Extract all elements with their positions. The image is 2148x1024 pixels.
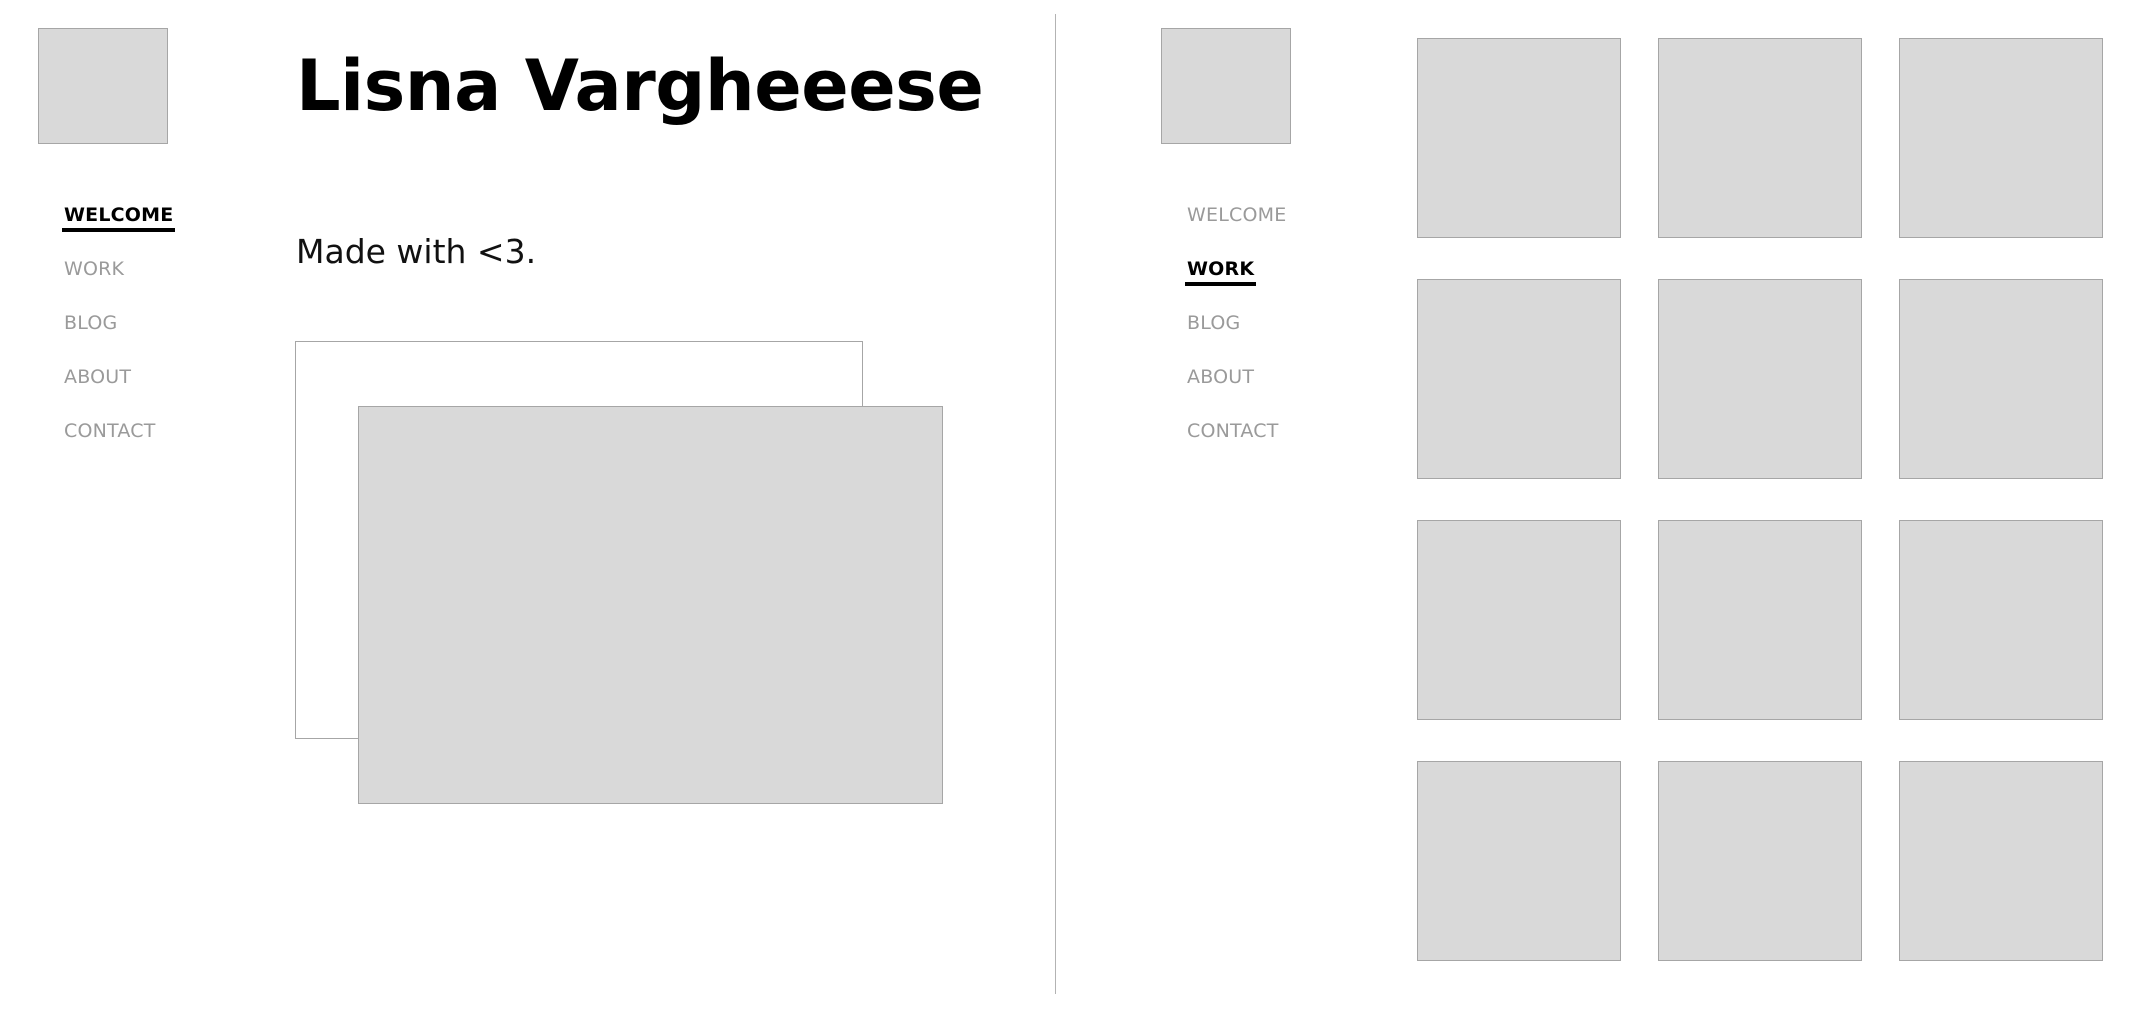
nav-item-label: ABOUT — [1187, 366, 1255, 388]
work-page-wireframe: WELCOME WORK BLOG ABOUT CONTACT — [1056, 0, 2148, 1024]
work-thumbnail[interactable] — [1658, 761, 1862, 961]
work-thumbnail[interactable] — [1417, 520, 1621, 720]
work-thumbnail[interactable] — [1899, 761, 2103, 961]
nav-item-label: ABOUT — [64, 366, 132, 388]
work-thumbnail[interactable] — [1658, 520, 1862, 720]
nav-item-welcome[interactable]: WELCOME — [62, 200, 176, 254]
hero-title: Lisna Vargheeese — [296, 45, 984, 127]
work-thumbnail[interactable] — [1658, 38, 1862, 238]
work-thumbnail[interactable] — [1417, 38, 1621, 238]
nav-item-label: WORK — [1185, 256, 1257, 286]
nav-item-contact[interactable]: CONTACT — [64, 416, 175, 470]
nav-item-label: BLOG — [1187, 312, 1241, 334]
nav-item-work[interactable]: WORK — [1185, 254, 1288, 308]
nav-item-label: WORK — [64, 258, 125, 280]
logo-placeholder[interactable] — [1161, 28, 1291, 144]
nav-item-label: WELCOME — [1187, 204, 1287, 226]
nav-item-blog[interactable]: BLOG — [64, 308, 175, 362]
work-thumbnail[interactable] — [1658, 279, 1862, 479]
nav-item-label: WELCOME — [62, 202, 176, 232]
main-nav: WELCOME WORK BLOG ABOUT CONTACT — [62, 200, 176, 470]
work-grid — [1417, 38, 2137, 962]
welcome-page-wireframe: WELCOME WORK BLOG ABOUT CONTACT Lisna Va… — [0, 0, 1055, 1024]
work-thumbnail[interactable] — [1899, 520, 2103, 720]
work-thumbnail[interactable] — [1417, 279, 1621, 479]
work-thumbnail[interactable] — [1899, 38, 2103, 238]
hero-subtitle: Made with <3. — [296, 232, 537, 271]
nav-item-label: CONTACT — [1187, 420, 1279, 442]
nav-item-about[interactable]: ABOUT — [64, 362, 175, 416]
nav-item-work[interactable]: WORK — [64, 254, 175, 308]
logo-placeholder[interactable] — [38, 28, 168, 144]
nav-item-contact[interactable]: CONTACT — [1187, 416, 1288, 470]
nav-item-welcome[interactable]: WELCOME — [1187, 200, 1288, 254]
nav-item-label: BLOG — [64, 312, 118, 334]
nav-item-about[interactable]: ABOUT — [1187, 362, 1288, 416]
work-thumbnail[interactable] — [1899, 279, 2103, 479]
nav-item-blog[interactable]: BLOG — [1187, 308, 1288, 362]
work-thumbnail[interactable] — [1417, 761, 1621, 961]
main-nav: WELCOME WORK BLOG ABOUT CONTACT — [1185, 200, 1288, 470]
nav-item-label: CONTACT — [64, 420, 156, 442]
hero-image-placeholder — [358, 406, 943, 804]
